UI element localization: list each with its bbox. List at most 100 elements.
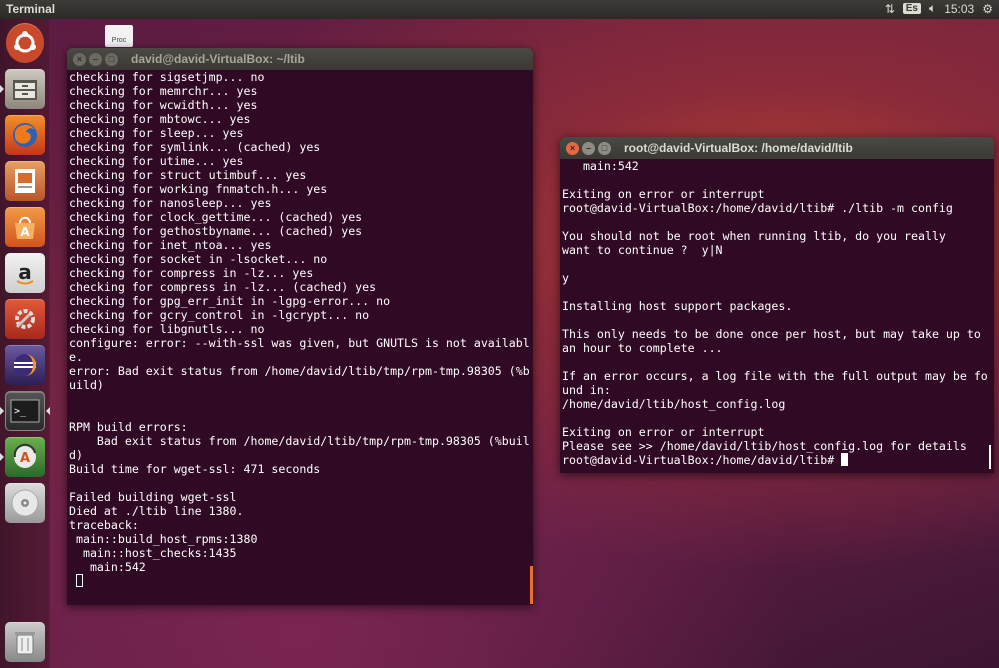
minimize-button[interactable]: – [89,52,102,66]
terminal-line: If an error occurs, a log file with the … [562,369,988,383]
terminal-line: y [562,271,569,285]
indicator-area: ⇅ Es 🔈︎ 15:03 ⚙ [885,1,993,16]
svg-text:A: A [20,225,30,239]
window-title: root@david-VirtualBox: /home/david/ltib [624,141,853,155]
dvd-icon[interactable] [5,483,45,523]
terminal-line: main::build_host_rpms:1380 [69,532,258,546]
clock[interactable]: 15:03 [944,2,974,16]
terminal-line: checking for nanosleep... yes [69,196,272,210]
terminal-line: Exiting on error or interrupt [562,187,765,201]
eclipse-icon[interactable] [5,345,45,385]
impress-icon[interactable] [5,161,45,201]
terminal-line: an hour to complete ... [562,341,723,355]
terminal-line: Exiting on error or interrupt [562,425,765,439]
terminal-window-root[interactable]: × – □ root@david-VirtualBox: /home/david… [560,137,994,473]
running-indicator [0,407,4,415]
system-settings-icon[interactable] [5,299,45,339]
keyboard-layout-indicator[interactable]: Es [902,3,921,14]
terminal-line: root@david-VirtualBox:/home/david/ltib# … [562,201,953,215]
terminal-line: checking for socket in -lsocket... no [69,252,328,266]
terminal-line: You should not be root when running ltib… [562,229,946,243]
terminal-line: e. [69,350,83,364]
terminal-line: Died at ./ltib line 1380. [69,504,244,518]
terminal-line: root@david-VirtualBox:/home/david/ltib# [562,453,994,467]
terminal-cursor [841,453,849,466]
terminal-line: main:542 [69,560,146,574]
terminal-line: checking for libgnutls... no [69,322,265,336]
terminal-line: checking for sleep... yes [69,126,244,140]
terminal-line: traceback: [69,518,139,532]
terminal-line: checking for clock_gettime... (cached) y… [69,210,363,224]
running-indicator [0,85,4,93]
terminal-line: This only needs to be done once per host… [562,327,981,341]
terminal-output[interactable]: checking for sigsetjmp... no checking for… [67,70,533,605]
firefox-icon[interactable] [5,115,45,155]
terminal-line: checking for compress in -lz... yes [69,266,314,280]
terminal-line: Installing host support packages. [562,299,793,313]
terminal-line: configure: error: --with-ssl was given, … [69,336,530,350]
terminal-output[interactable]: main:542 Exiting on error or interrupt ro… [560,159,994,473]
terminal-line: checking for memrchr... yes [69,84,258,98]
terminal-line: error: Bad exit status from /home/david/… [69,364,530,378]
terminal-line: Please see >> /home/david/ltib/host_conf… [562,439,967,453]
top-panel: Terminal ⇅ Es 🔈︎ 15:03 ⚙ [0,0,999,19]
files-icon[interactable] [5,69,45,109]
dash-icon[interactable] [6,23,44,63]
terminal-line: checking for gpg_err_init in -lgpg-error… [69,294,391,308]
terminal-window-user[interactable]: × – □ david@david-VirtualBox: ~/ltib che… [67,48,533,605]
app-title: Terminal [6,2,56,16]
terminal-line: checking for wcwidth... yes [69,98,258,112]
close-button[interactable]: × [566,141,579,155]
focused-indicator [46,407,50,415]
network-icon[interactable]: ⇅ [885,2,895,16]
terminal-line: checking for compress in -lz... (cached)… [69,280,377,294]
terminal-icon[interactable]: >_ [5,391,45,431]
terminal-line: checking for mbtowc... yes [69,112,251,126]
maximize-button[interactable]: □ [105,52,118,66]
svg-text:a: a [18,260,32,284]
trash-icon[interactable] [5,622,45,662]
svg-text:>_: >_ [14,406,27,417]
terminal-line: checking for utime... yes [69,154,244,168]
gear-icon[interactable]: ⚙ [982,2,993,16]
terminal-line: main:542 [562,159,639,173]
terminal-titlebar[interactable]: × – □ root@david-VirtualBox: /home/david… [560,137,994,159]
terminal-line: d) [69,448,83,462]
terminal-line: Failed building wget-ssl [69,490,237,504]
software-updater-icon[interactable]: A [5,437,45,477]
terminal-titlebar[interactable]: × – □ david@david-VirtualBox: ~/ltib [67,48,533,70]
scrollbar[interactable] [989,445,991,469]
close-button[interactable]: × [73,52,86,66]
minimize-button[interactable]: – [582,141,595,155]
terminal-line: checking for struct utimbuf... yes [69,168,307,182]
terminal-line: uild) [69,378,104,392]
launcher: A a >_ A [0,19,50,668]
amazon-icon[interactable]: a [5,253,45,293]
svg-text:A: A [20,451,30,466]
terminal-line: /home/david/ltib/host_config.log [562,397,786,411]
desktop-file-label: Proc [111,37,127,44]
terminal-line: checking for working fnmatch.h... yes [69,182,328,196]
window-title: david@david-VirtualBox: ~/ltib [131,52,305,66]
terminal-line: und in: [562,383,611,397]
scrollbar[interactable] [530,566,533,604]
terminal-line [69,574,533,588]
terminal-line: Bad exit status from /home/david/ltib/tm… [69,434,530,448]
terminal-cursor [75,574,83,587]
software-center-icon[interactable]: A [5,207,45,247]
terminal-line: main::host_checks:1435 [69,546,237,560]
volume-icon[interactable]: 🔈︎ [929,1,936,16]
terminal-line: checking for gethostbyname... (cached) y… [69,224,363,238]
terminal-line: RPM build errors: [69,420,188,434]
desktop-file-icon[interactable]: Proc [105,25,133,47]
maximize-button[interactable]: □ [598,141,611,155]
